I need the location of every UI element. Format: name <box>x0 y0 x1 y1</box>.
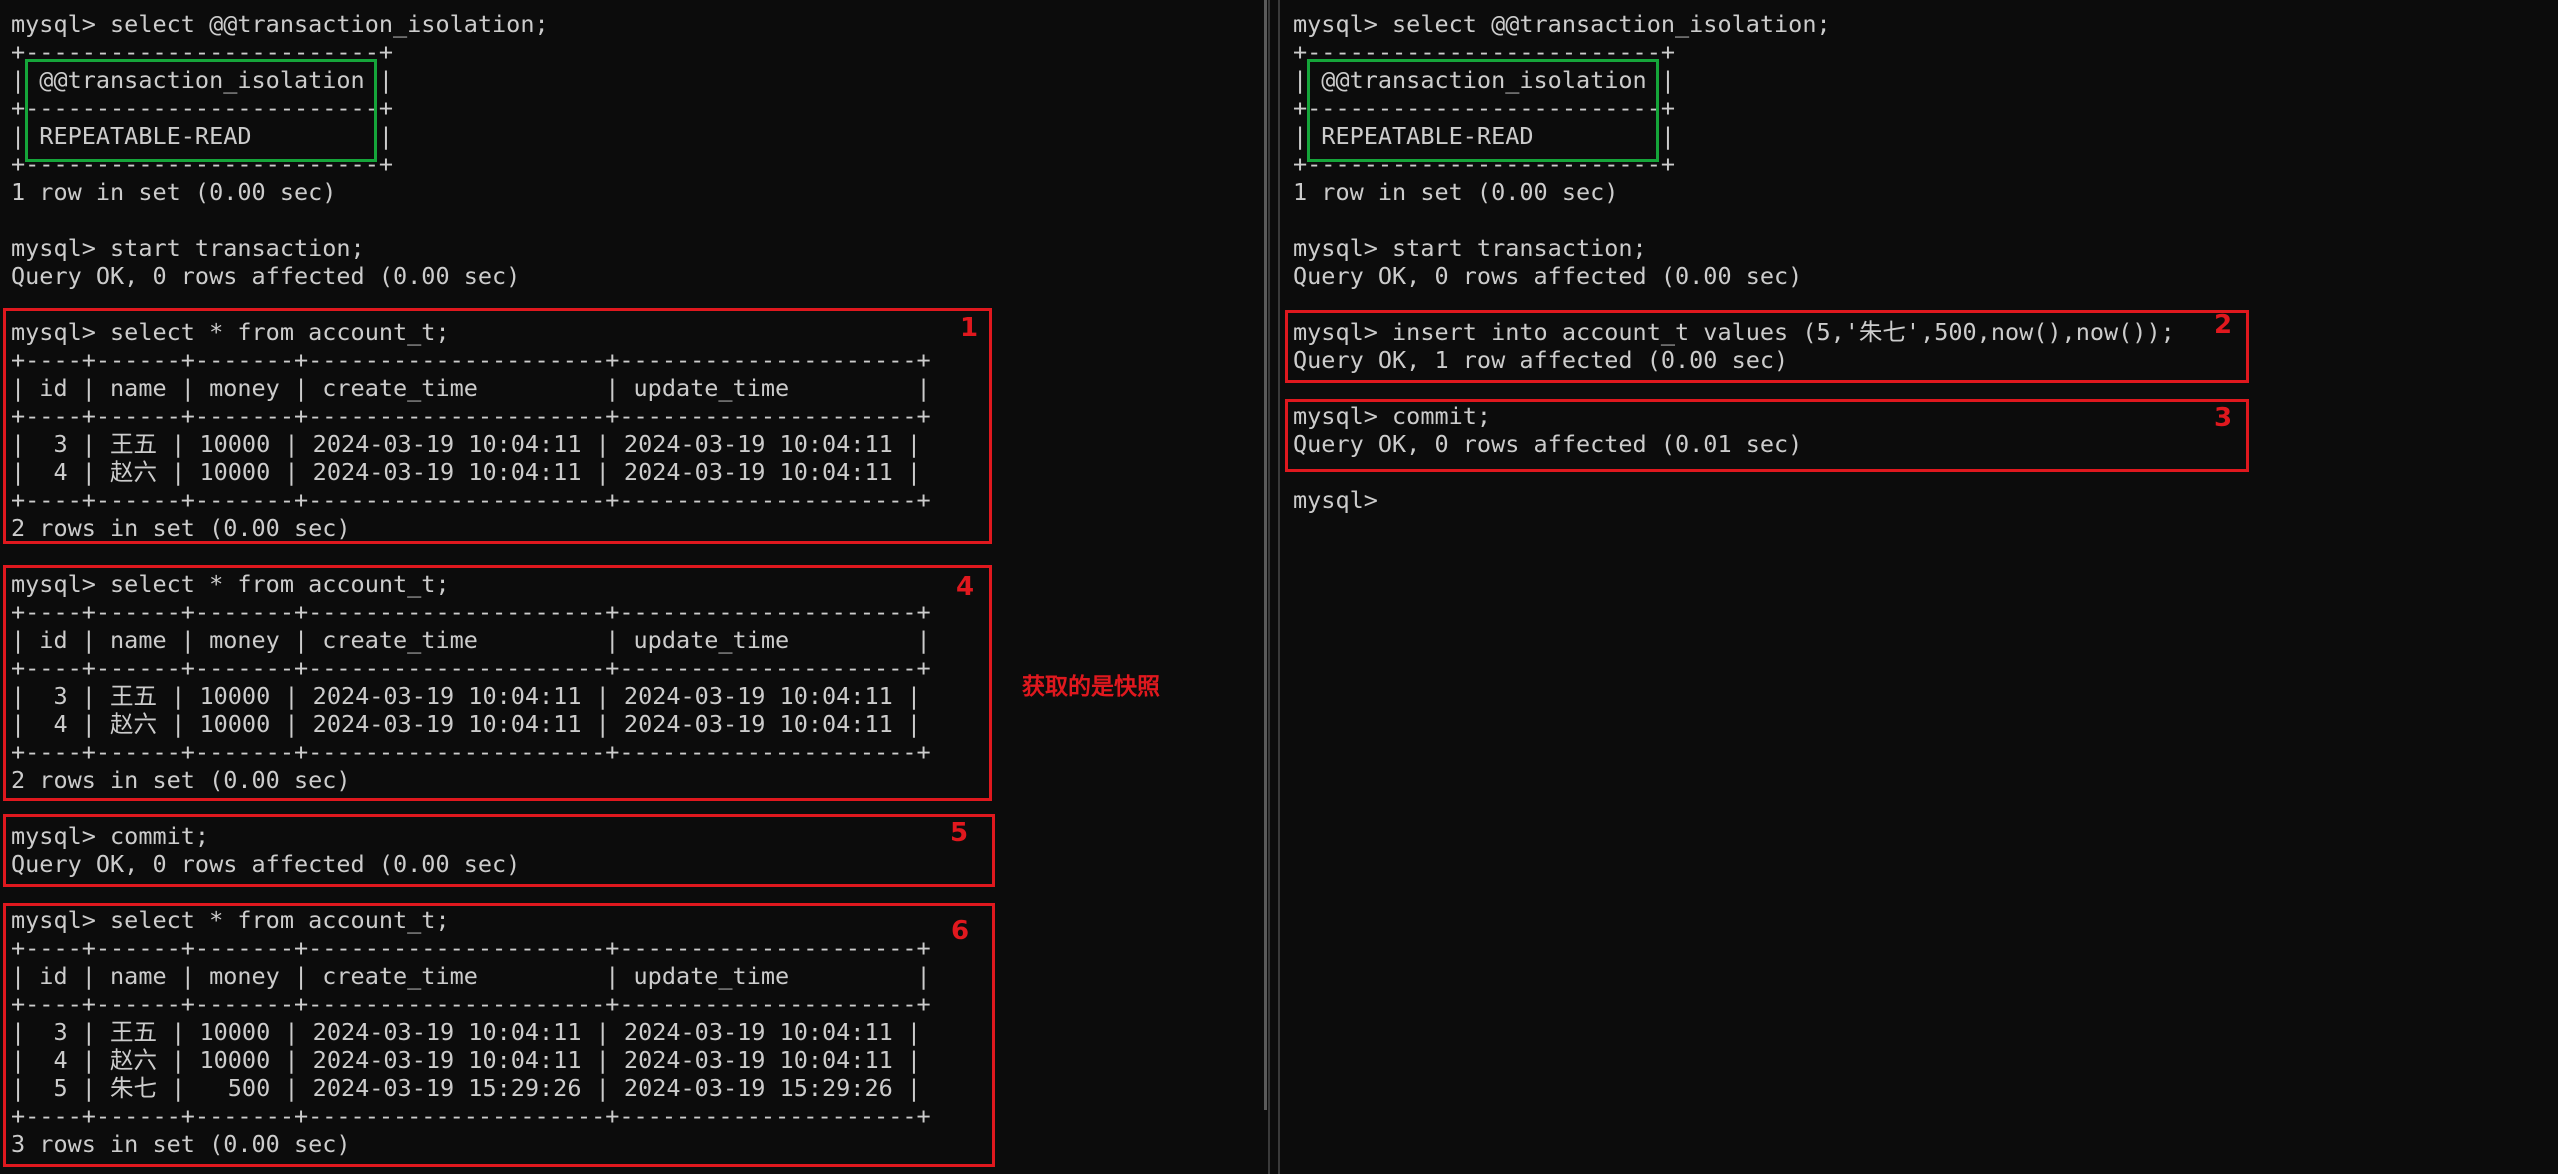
step-2-highlight <box>1285 310 2249 383</box>
step-1-label: 1 <box>960 313 979 343</box>
step-2-label: 2 <box>2214 310 2233 340</box>
snapshot-annotation: 获取的是快照 <box>1022 674 1160 700</box>
terminal-pane-left[interactable]: mysql> select @@transaction_isolation; +… <box>0 0 1268 1174</box>
pane-divider-right <box>1278 0 1280 1174</box>
pane-divider-left <box>1268 0 1270 1174</box>
step-5-highlight <box>3 814 995 887</box>
step-4-highlight <box>3 565 992 801</box>
isolation-level-highlight-right <box>1307 59 1659 162</box>
step-6-label: 6 <box>951 916 970 946</box>
step-1-highlight <box>3 308 992 544</box>
step-6-highlight <box>3 903 995 1167</box>
step-4-label: 4 <box>956 572 975 602</box>
terminal-pane-right[interactable]: mysql> select @@transaction_isolation; +… <box>1282 0 2558 1174</box>
scrollbar-left[interactable] <box>1264 0 1267 1110</box>
isolation-level-highlight-left <box>25 59 377 162</box>
step-3-highlight <box>1285 399 2249 472</box>
step-3-label: 3 <box>2214 403 2233 433</box>
step-5-label: 5 <box>950 818 969 848</box>
